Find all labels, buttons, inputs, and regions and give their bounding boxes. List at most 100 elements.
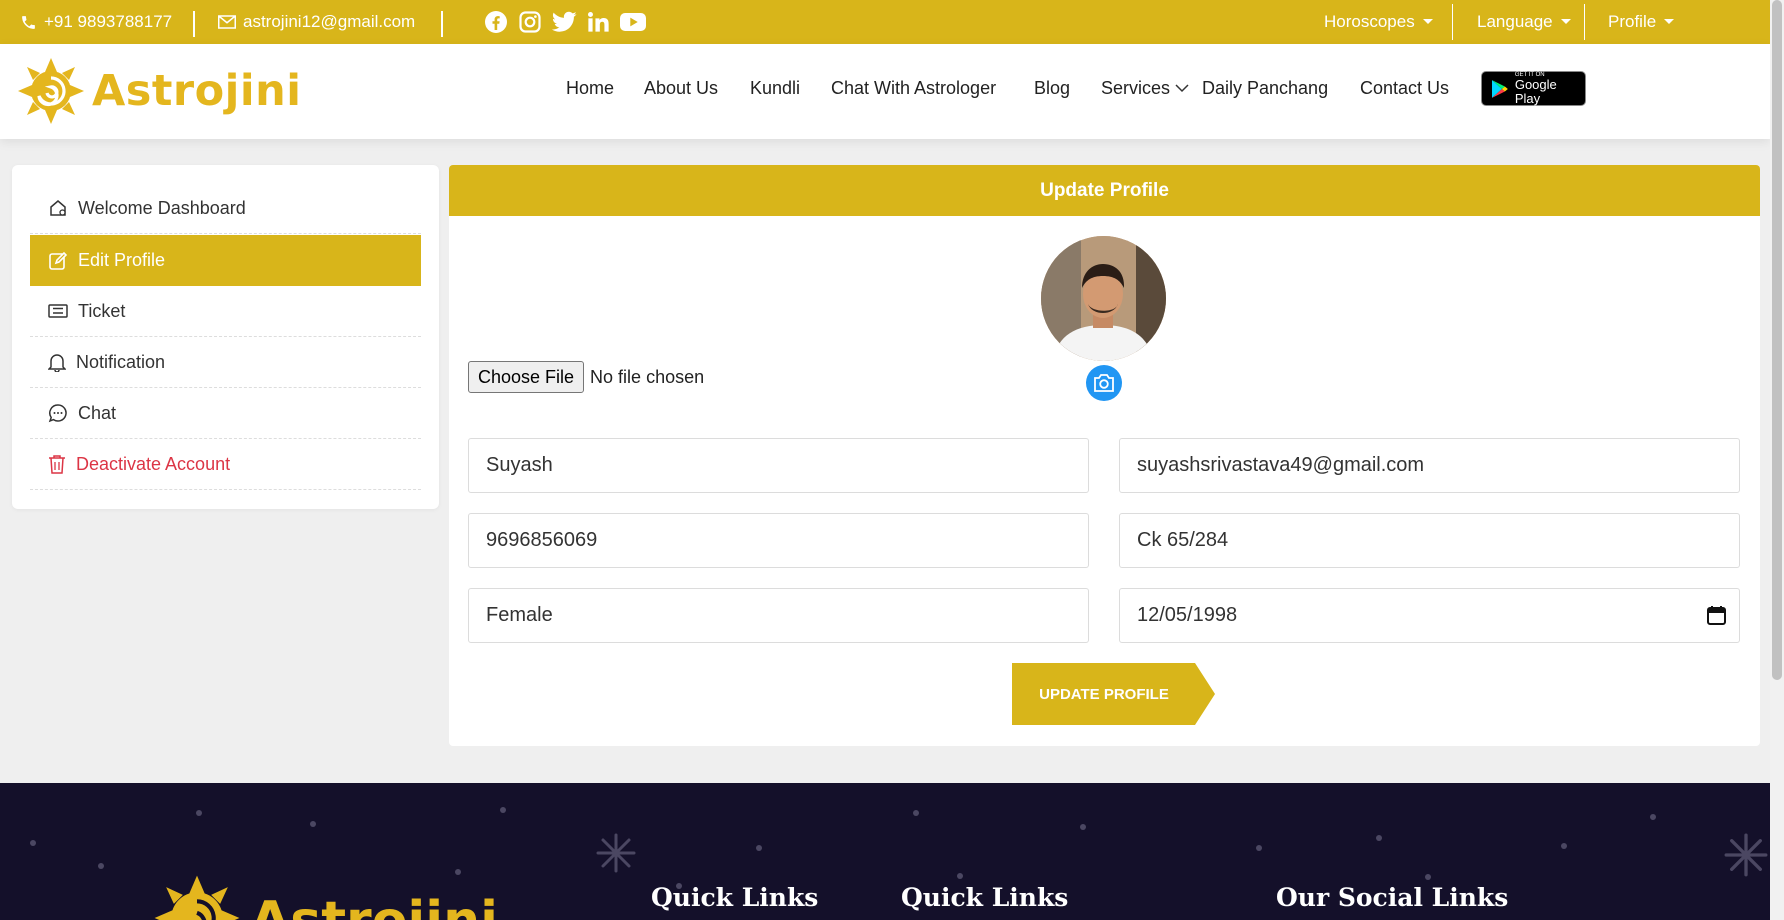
star-dot bbox=[500, 807, 506, 813]
star-decoration-icon bbox=[1724, 833, 1768, 877]
email-contact[interactable]: astrojini12@gmail.com bbox=[218, 0, 415, 44]
phone-icon bbox=[22, 15, 35, 29]
dashboard-sidebar: Welcome Dashboard Edit Profile Ticket No… bbox=[12, 165, 439, 509]
star-dot bbox=[1425, 874, 1431, 880]
star-dot bbox=[1256, 845, 1262, 851]
nav-about-us[interactable]: About Us bbox=[644, 78, 718, 99]
sidebar-item-label: Notification bbox=[76, 351, 166, 372]
sidebar-item-welcome-dashboard[interactable]: Welcome Dashboard bbox=[30, 183, 421, 234]
star-dot bbox=[1376, 835, 1382, 841]
choose-file-button[interactable]: Choose File bbox=[468, 361, 585, 393]
gender-field[interactable] bbox=[468, 588, 1089, 643]
facebook-icon[interactable] bbox=[484, 10, 508, 34]
main-header: Astrojini Home About Us Kundli Chat With… bbox=[0, 44, 1770, 139]
edit-icon bbox=[49, 251, 68, 270]
phone-contact[interactable]: +91 9893788177 bbox=[20, 0, 172, 44]
camera-icon bbox=[1094, 374, 1114, 392]
sidebar-item-label: Chat bbox=[78, 402, 117, 423]
horoscopes-dropdown[interactable]: Horoscopes bbox=[1324, 0, 1433, 44]
sidebar-item-label: Welcome Dashboard bbox=[78, 197, 246, 218]
star-dot bbox=[1080, 824, 1086, 830]
social-links bbox=[484, 0, 647, 44]
star-dot bbox=[196, 810, 202, 816]
horoscopes-label: Horoscopes bbox=[1324, 12, 1415, 31]
email-field[interactable] bbox=[1119, 438, 1740, 493]
star-dot bbox=[98, 863, 104, 869]
star-dot bbox=[310, 821, 316, 827]
sidebar-item-edit-profile[interactable]: Edit Profile bbox=[30, 235, 421, 286]
camera-button[interactable] bbox=[1086, 365, 1122, 401]
sidebar-item-notification[interactable]: Notification bbox=[30, 337, 421, 388]
scrollbar-thumb[interactable] bbox=[1772, 0, 1782, 680]
star-dot bbox=[957, 873, 963, 879]
star-dot bbox=[756, 845, 762, 851]
twitter-icon[interactable] bbox=[552, 11, 577, 33]
profile-label: Profile bbox=[1608, 12, 1657, 31]
site-footer: Astrojini Quick Links Quick Links Our So… bbox=[0, 783, 1770, 920]
star-dot bbox=[1561, 843, 1567, 849]
dob-wrapper bbox=[1119, 588, 1740, 643]
ticket-icon bbox=[48, 304, 68, 318]
caret-down-icon bbox=[1560, 18, 1571, 24]
divider bbox=[441, 11, 443, 37]
footer-heading-quick-links: Quick Links bbox=[651, 883, 819, 912]
nav-home[interactable]: Home bbox=[566, 78, 614, 99]
update-profile-card: Update Profile Choose File No file chose… bbox=[449, 165, 1760, 746]
avatar bbox=[1041, 236, 1166, 361]
nav-daily-panchang[interactable]: Daily Panchang bbox=[1202, 78, 1328, 99]
name-field[interactable] bbox=[468, 438, 1089, 493]
dob-field[interactable] bbox=[1119, 588, 1740, 643]
google-play-badge[interactable]: GET IT ON Google Play bbox=[1481, 71, 1586, 106]
file-upload: Choose File No file chosen bbox=[468, 361, 704, 393]
language-label: Language bbox=[1477, 12, 1553, 31]
calendar-icon[interactable] bbox=[1707, 605, 1726, 625]
page-scrollbar[interactable] bbox=[1770, 0, 1784, 920]
update-profile-label: UPDATE PROFILE bbox=[1039, 685, 1169, 703]
chat-icon bbox=[48, 404, 67, 423]
address-field[interactable] bbox=[1119, 513, 1740, 568]
chevron-down-icon[interactable] bbox=[1175, 83, 1189, 93]
footer-heading-quick-links-2: Quick Links bbox=[901, 883, 1069, 912]
sidebar-item-deactivate-account[interactable]: Deactivate Account bbox=[30, 439, 421, 490]
home-icon bbox=[50, 200, 66, 216]
divider bbox=[1584, 4, 1585, 40]
mail-icon bbox=[218, 15, 236, 29]
phone-field[interactable] bbox=[468, 513, 1089, 568]
caret-down-icon bbox=[1664, 18, 1675, 24]
star-dot bbox=[1650, 814, 1656, 820]
file-status: No file chosen bbox=[590, 366, 705, 387]
profile-dropdown[interactable]: Profile bbox=[1608, 0, 1675, 44]
phone-number: +91 9893788177 bbox=[44, 12, 173, 31]
google-play-icon bbox=[1491, 79, 1508, 98]
sun-logo-icon bbox=[154, 875, 240, 920]
email-address: astrojini12@gmail.com bbox=[243, 12, 416, 31]
language-dropdown[interactable]: Language bbox=[1477, 0, 1571, 44]
bell-icon bbox=[48, 354, 66, 372]
youtube-icon[interactable] bbox=[619, 11, 647, 33]
top-bar: +91 9893788177 astrojini12@gmail.com Hor… bbox=[0, 0, 1770, 44]
nav-services[interactable]: Services bbox=[1101, 78, 1170, 99]
nav-blog[interactable]: Blog bbox=[1034, 78, 1070, 99]
nav-kundli[interactable]: Kundli bbox=[750, 78, 800, 99]
star-dot bbox=[913, 810, 919, 816]
divider bbox=[193, 11, 195, 37]
sidebar-item-label: Ticket bbox=[78, 300, 126, 321]
instagram-icon[interactable] bbox=[518, 10, 542, 34]
trash-icon bbox=[49, 455, 65, 474]
nav-chat-with-astrologer[interactable]: Chat With Astrologer bbox=[831, 78, 996, 99]
footer-logo[interactable]: Astrojini bbox=[152, 873, 498, 920]
linkedin-icon[interactable] bbox=[587, 11, 609, 33]
update-profile-button[interactable]: UPDATE PROFILE bbox=[1012, 663, 1215, 725]
star-dot bbox=[30, 840, 36, 846]
sidebar-item-label: Edit Profile bbox=[78, 250, 166, 270]
divider bbox=[1452, 4, 1453, 40]
footer-logo-text: Astrojini bbox=[250, 891, 498, 920]
sidebar-item-chat[interactable]: Chat bbox=[30, 388, 421, 439]
star-decoration-icon bbox=[596, 833, 636, 873]
sidebar-item-ticket[interactable]: Ticket bbox=[30, 286, 421, 337]
caret-down-icon bbox=[1422, 18, 1433, 24]
card-title: Update Profile bbox=[449, 165, 1760, 216]
nav-contact-us[interactable]: Contact Us bbox=[1360, 78, 1449, 99]
footer-heading-social-links: Our Social Links bbox=[1276, 883, 1509, 912]
gplay-big-text: Google Play bbox=[1514, 76, 1557, 106]
